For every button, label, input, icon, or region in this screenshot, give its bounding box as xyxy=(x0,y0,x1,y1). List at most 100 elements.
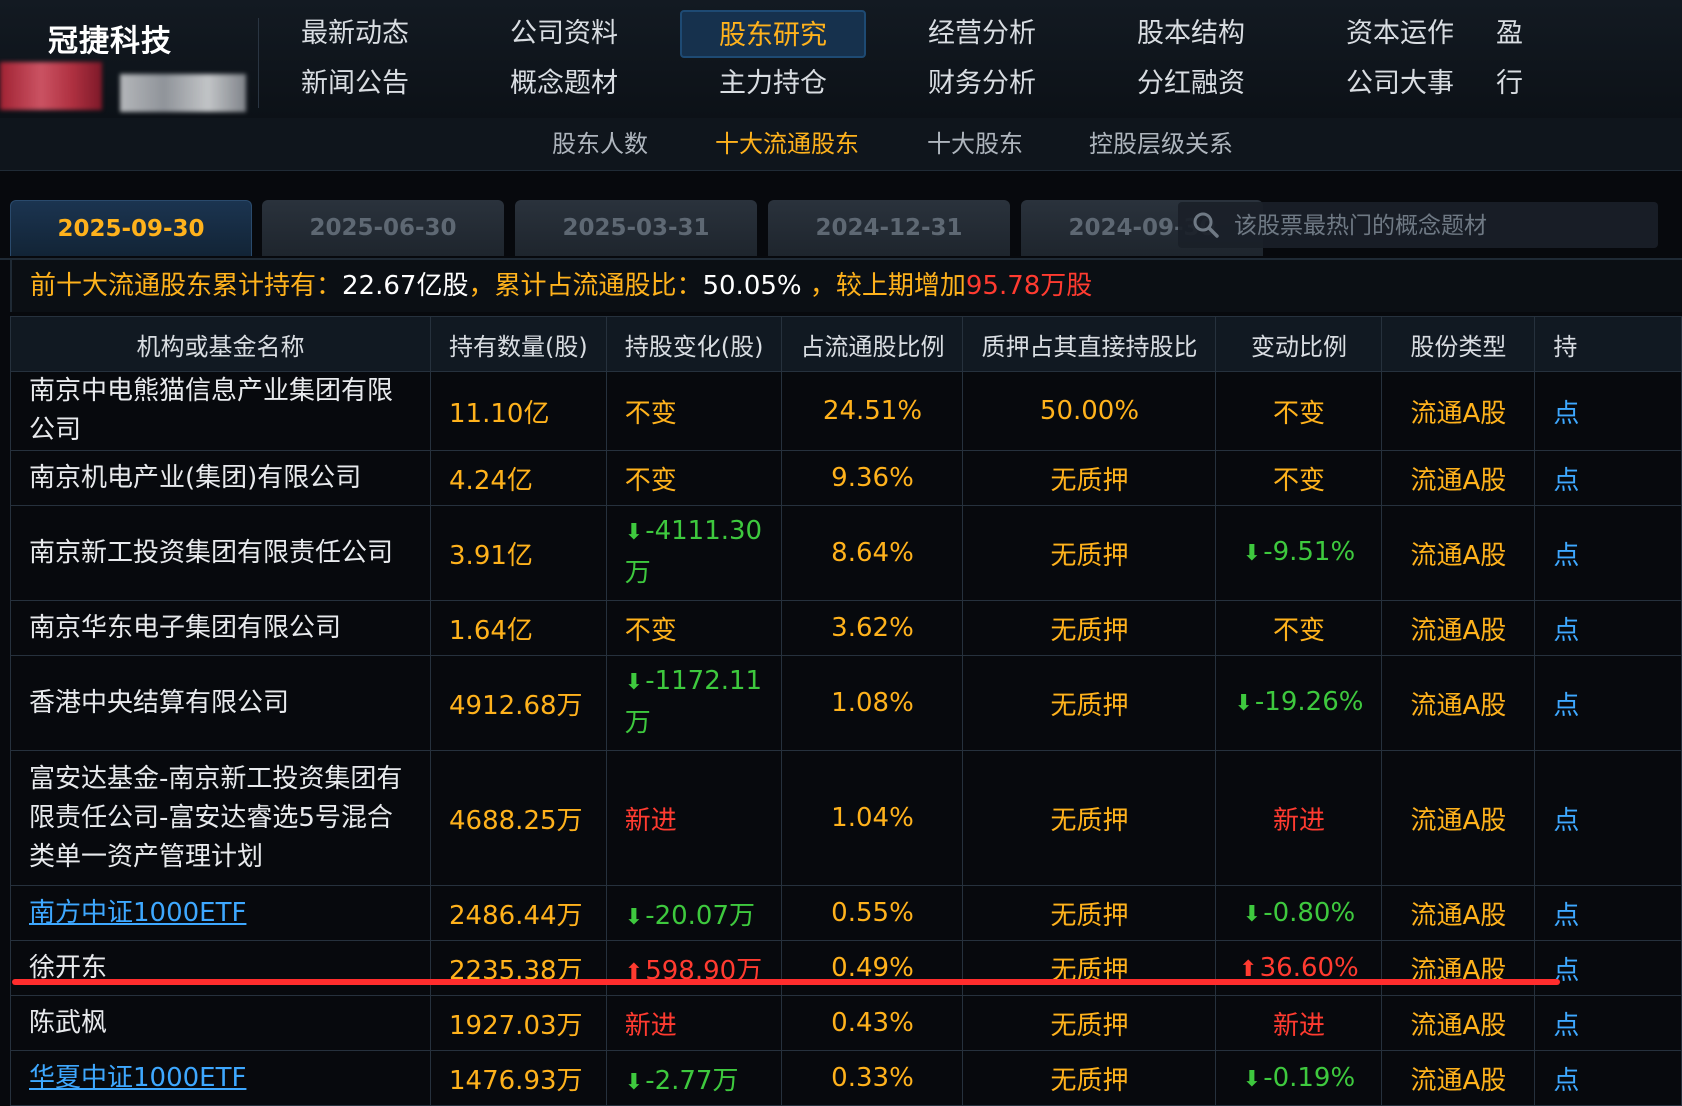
detail-link[interactable]: 点 xyxy=(1534,940,1682,996)
concept-search-box[interactable] xyxy=(1178,202,1658,248)
nav-item-dividends[interactable]: 分红融资 xyxy=(1098,60,1284,108)
col-header-qty[interactable]: 持有数量(股) xyxy=(430,316,607,372)
subnav-control-hierarchy[interactable]: 控股层级关系 xyxy=(1086,118,1236,170)
table-row[interactable]: 富安达基金-南京新工投资集团有限责任公司-富安达睿选5号混合类单一资产管理计划 4… xyxy=(9,750,1682,886)
holder-name: 南京机电产业(集团)有限公司 xyxy=(29,462,362,493)
detail-link[interactable]: 点 xyxy=(1534,600,1682,656)
table-row[interactable]: 南京中电熊猫信息产业集团有限公司 11.10亿 不变 24.51% 50.00% 不变 流通… xyxy=(9,371,1682,451)
detail-link[interactable]: 点 xyxy=(1534,655,1682,751)
arrow-down-icon: ⬇ xyxy=(1242,902,1262,927)
table-row[interactable]: 徐开东 2235.38万 ⬆598.90万 0.49% 无质押 ⬆36.60% 流通A股点 xyxy=(9,940,1682,996)
change-pct: -19.26% xyxy=(1254,687,1364,718)
pledge-ratio: 无质押 xyxy=(962,1050,1217,1106)
share-type: 流通A股 xyxy=(1381,371,1536,451)
nav-item-operations[interactable]: 经营分析 xyxy=(889,10,1075,58)
col-header-ratio[interactable]: 占流通股比例 xyxy=(781,316,964,372)
change-pct: 不变 xyxy=(1272,465,1325,496)
subnav-top10[interactable]: 十大股东 xyxy=(920,118,1030,170)
holding-qty: 4.24亿 xyxy=(430,450,607,506)
detail-link[interactable]: 点 xyxy=(1534,750,1682,886)
detail-link[interactable]: 点 xyxy=(1534,505,1682,601)
sub-nav: 股东人数 十大流通股东 十大股东 控股层级关系 xyxy=(0,118,1682,171)
holder-fund-link[interactable]: 南方中证1000ETF xyxy=(29,898,246,928)
nav-item-financial[interactable]: 财务分析 xyxy=(889,60,1075,108)
col-header-detail[interactable]: 持 xyxy=(1534,316,1682,372)
table-row[interactable]: 南京机电产业(集团)有限公司 4.24亿 不变 9.36% 无质押 不变 流通A股点 xyxy=(9,450,1682,506)
nav-item-capital-ops[interactable]: 资本运作 xyxy=(1307,10,1493,58)
subnav-holder-count[interactable]: 股东人数 xyxy=(548,118,652,170)
tab-date-3[interactable]: 2025-03-31 xyxy=(515,200,757,256)
nav-item-news[interactable]: 新闻公告 xyxy=(262,60,448,108)
holder-name-cell: 富安达基金-南京新工投资集团有限责任公司-富安达睿选5号混合类单一资产管理计划 xyxy=(9,750,432,886)
detail-link[interactable]: 点 xyxy=(1534,885,1682,941)
holding-change: 新进 xyxy=(624,1010,677,1041)
holding-change-cell: 不变 xyxy=(605,450,783,506)
nav-item-shareholder-research[interactable]: 股东研究 xyxy=(680,10,866,58)
tab-date-2[interactable]: 2025-06-30 xyxy=(262,200,504,256)
holder-fund-link[interactable]: 华夏中证1000ETF xyxy=(29,1063,246,1093)
holder-name: 香港中央结算有限公司 xyxy=(29,687,290,718)
holder-name-cell[interactable]: 华夏中证1000ETF xyxy=(9,1050,432,1106)
float-ratio: 1.08% xyxy=(781,655,964,751)
holder-name: 富安达基金-南京新工投资集团有限责任公司-富安达睿选5号混合类单一资产管理计划 xyxy=(29,763,403,872)
top-header: 冠捷科技 最新动态 公司资料 股东研究 经营分析 股本结构 资本运作 盈 新闻公… xyxy=(0,0,1682,119)
holding-change-cell: 新进 xyxy=(605,995,783,1051)
detail-link[interactable]: 点 xyxy=(1534,450,1682,506)
table-row[interactable]: 南京新工投资集团有限责任公司 3.91亿 ⬇-4111.30万 8.64% 无质押 ⬇-9… xyxy=(9,505,1682,601)
holding-change: -2.77万 xyxy=(645,1065,739,1096)
nav-item-equity-structure[interactable]: 股本结构 xyxy=(1098,10,1284,58)
holding-qty: 1476.93万 xyxy=(430,1050,607,1106)
table-row[interactable]: 南京华东电子集团有限公司 1.64亿 不变 3.62% 无质押 不变 流通A股点 xyxy=(9,600,1682,656)
date-tabs: 2025-09-30 2025-06-30 2025-03-31 2024-12… xyxy=(0,196,1682,260)
holder-name-cell: 南京机电产业(集团)有限公司 xyxy=(9,450,432,506)
detail-link[interactable]: 点 xyxy=(1534,995,1682,1051)
float-ratio: 0.43% xyxy=(781,995,964,1051)
nav-item-concepts[interactable]: 概念题材 xyxy=(471,60,657,108)
pledge-ratio: 无质押 xyxy=(962,995,1217,1051)
col-header-type[interactable]: 股份类型 xyxy=(1381,316,1536,372)
holding-change: -1172.11万 xyxy=(624,666,763,738)
tab-date-1[interactable]: 2025-09-30 xyxy=(10,200,252,256)
table-row[interactable]: 南方中证1000ETF 2486.44万 ⬇-20.07万 0.55% 无质押 ⬇-0.8… xyxy=(9,885,1682,941)
holding-qty: 4912.68万 xyxy=(430,655,607,751)
change-pct: -9.51% xyxy=(1263,537,1356,568)
nav-item-cut-2[interactable]: 行 xyxy=(1496,60,1556,108)
change-pct: -0.19% xyxy=(1263,1063,1356,1093)
holding-change: 新进 xyxy=(624,805,677,836)
change-pct: 不变 xyxy=(1272,398,1325,429)
nav-item-company-info[interactable]: 公司资料 xyxy=(471,10,657,58)
nav-item-latest[interactable]: 最新动态 xyxy=(262,10,448,58)
holding-change-cell: ⬇-2.77万 xyxy=(605,1050,783,1106)
col-header-name[interactable]: 机构或基金名称 xyxy=(9,316,432,372)
arrow-down-icon: ⬇ xyxy=(624,904,644,930)
detail-link[interactable]: 点 xyxy=(1534,371,1682,451)
tab-date-4[interactable]: 2024-12-31 xyxy=(768,200,1010,256)
holder-name-cell: 南京中电熊猫信息产业集团有限公司 xyxy=(9,371,432,451)
table-row[interactable]: 华夏中证1000ETF 1476.93万 ⬇-2.77万 0.33% 无质押 ⬇-0.19… xyxy=(9,1050,1682,1106)
change-pct: 不变 xyxy=(1272,615,1325,646)
nav-item-main-holdings[interactable]: 主力持仓 xyxy=(680,60,866,108)
holder-name: 南京中电熊猫信息产业集团有限公司 xyxy=(29,376,394,445)
col-header-pledge[interactable]: 质押占其直接持股比 xyxy=(962,316,1217,372)
pledge-ratio: 无质押 xyxy=(962,750,1217,886)
stock-name: 冠捷科技 xyxy=(48,24,172,59)
pledge-ratio: 50.00% xyxy=(962,371,1217,451)
table-row[interactable]: 陈武枫 1927.03万 新进 0.43% 无质押 新进 流通A股点 xyxy=(9,995,1682,1051)
col-header-pct[interactable]: 变动比例 xyxy=(1215,316,1383,372)
change-pct: 新进 xyxy=(1272,1010,1325,1041)
subnav-top10-float[interactable]: 十大流通股东 xyxy=(712,118,862,170)
change-pct: 新进 xyxy=(1272,805,1325,836)
share-type: 流通A股 xyxy=(1381,450,1536,506)
search-input[interactable] xyxy=(1232,206,1646,246)
col-header-change[interactable]: 持股变化(股) xyxy=(605,316,783,372)
change-pct-cell: ⬇-0.19% xyxy=(1215,1050,1383,1106)
pledge-ratio: 无质押 xyxy=(962,940,1217,996)
detail-link[interactable]: 点 xyxy=(1534,1050,1682,1106)
arrow-down-icon: ⬇ xyxy=(1242,541,1262,567)
nav-item-events[interactable]: 公司大事 xyxy=(1307,60,1493,108)
nav-item-cut-1[interactable]: 盈 xyxy=(1496,10,1556,58)
change-pct-cell: 不变 xyxy=(1215,371,1383,451)
table-row[interactable]: 香港中央结算有限公司 4912.68万 ⬇-1172.11万 1.08% 无质押 ⬇-19… xyxy=(9,655,1682,751)
holder-name-cell[interactable]: 南方中证1000ETF xyxy=(9,885,432,941)
float-ratio: 8.64% xyxy=(781,505,964,601)
